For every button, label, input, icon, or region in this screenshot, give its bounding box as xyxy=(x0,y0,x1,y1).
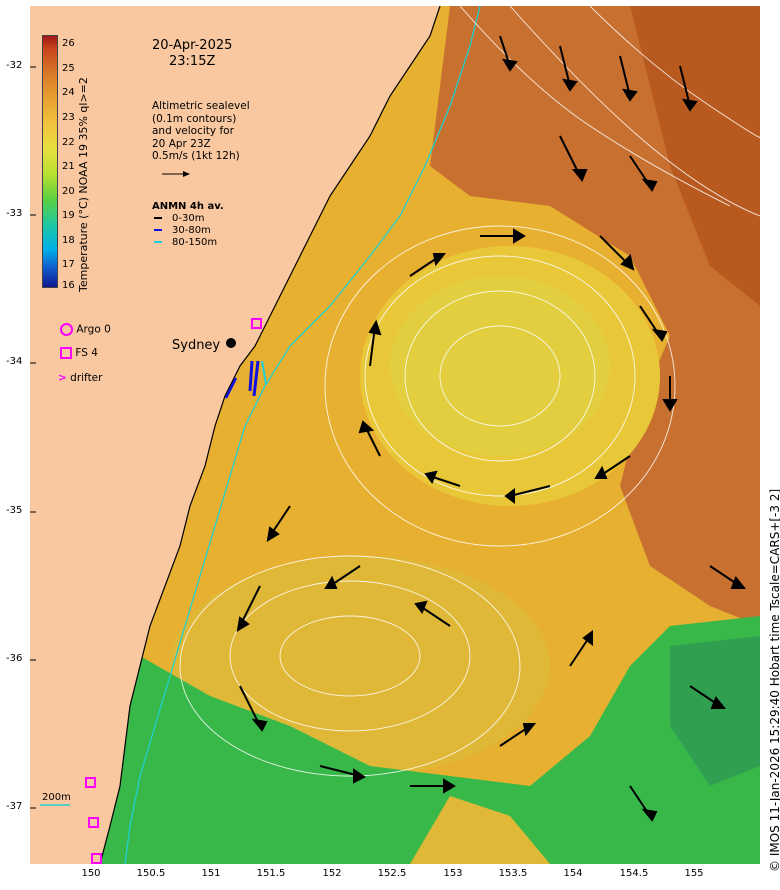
title-time: 23:15Z xyxy=(169,54,216,69)
info-line: and velocity for xyxy=(152,125,234,137)
lat-tick: -34 xyxy=(6,356,23,367)
copyright-caption: © IMOS 11-Jan-2026 15:29:40 Hobart time … xyxy=(768,488,780,872)
info-block: Altimetric sealevel (0.1m contours) and … xyxy=(152,100,250,163)
argo-circle-icon xyxy=(60,323,73,336)
sst-map xyxy=(30,6,760,864)
lon-tick: 152 xyxy=(322,868,342,879)
colorbar-label: Temperature (°C) NOAA 19 35% ql>=2 xyxy=(77,77,90,292)
info-line: (0.1m contours) xyxy=(152,112,237,125)
colorbar-tick: 24 xyxy=(62,87,75,98)
lat-tick: -33 xyxy=(6,208,23,219)
fs-square-icon xyxy=(60,347,72,359)
title-date: 20-Apr-2025 xyxy=(152,38,233,53)
lon-tick: 153.5 xyxy=(498,868,528,879)
lat-tick: -36 xyxy=(6,653,23,664)
lon-tick: 154.5 xyxy=(619,868,649,879)
temperature-colorbar xyxy=(42,35,58,288)
lon-tick: 152.5 xyxy=(377,868,407,879)
argo-legend: Argo 0 xyxy=(60,323,111,336)
place-label-sydney: Sydney xyxy=(172,338,221,353)
isobath-label: 200m xyxy=(42,792,71,803)
fs-legend: FS 4 xyxy=(60,347,98,359)
info-line: Altimetric sealevel xyxy=(152,100,250,112)
colorbar-tick: 18 xyxy=(62,235,75,246)
colorbar-tick: 22 xyxy=(62,137,75,148)
colorbar-tick: 25 xyxy=(62,63,75,74)
lat-tick: -35 xyxy=(6,505,23,516)
lon-tick: 154 xyxy=(563,868,583,879)
anmn-row-label: 30-80m xyxy=(172,225,211,236)
argo-legend-label: Argo 0 xyxy=(76,323,111,336)
anmn-row-label: 0-30m xyxy=(172,213,205,224)
lon-tick: 150.5 xyxy=(136,868,166,879)
anmn-row-label: 80-150m xyxy=(172,237,218,248)
drifter-legend: > drifter xyxy=(58,372,102,384)
anmn-title: ANMN 4h av. xyxy=(152,201,224,212)
lat-tick: -32 xyxy=(6,60,23,71)
lon-tick: 151 xyxy=(201,868,221,879)
drifter-chevron-icon: > xyxy=(58,372,67,384)
colorbar-tick: 16 xyxy=(62,280,75,291)
map-frame xyxy=(30,6,760,864)
drifter-legend-label: drifter xyxy=(70,372,103,384)
colorbar-tick: 23 xyxy=(62,112,75,123)
lat-tick: -37 xyxy=(6,801,23,812)
colorbar-tick: 17 xyxy=(62,259,75,270)
colorbar-tick: 19 xyxy=(62,210,75,221)
lon-tick: 150 xyxy=(81,868,101,879)
lon-tick: 151.5 xyxy=(256,868,286,879)
info-line: 20 Apr 23Z xyxy=(152,137,211,150)
colorbar-tick: 21 xyxy=(62,161,75,172)
colorbar-tick: 26 xyxy=(62,38,75,49)
info-line: 0.5m/s (1kt 12h) xyxy=(152,150,240,162)
lon-tick: 155 xyxy=(684,868,704,879)
colorbar-tick: 20 xyxy=(62,186,75,197)
sydney-marker xyxy=(226,338,236,348)
fs-legend-label: FS 4 xyxy=(75,347,98,359)
lon-tick: 153 xyxy=(443,868,463,879)
date-title: 20-Apr-2025 23:15Z xyxy=(152,38,232,70)
